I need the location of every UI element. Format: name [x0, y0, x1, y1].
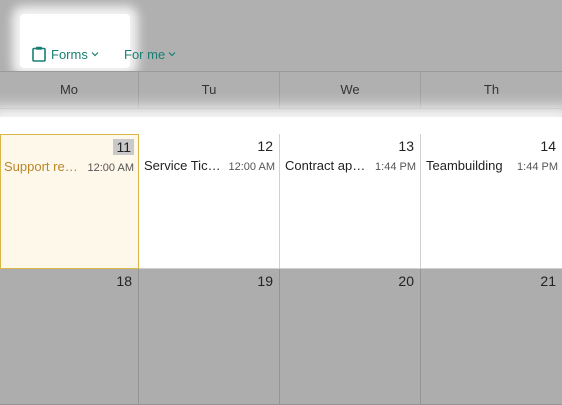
weekday-label: Tu	[201, 82, 217, 97]
day-cell[interactable]: 14 Teambuilding 1:44 PM	[421, 134, 562, 269]
column-divider	[279, 72, 280, 108]
date-number: 13	[398, 138, 414, 154]
for-me-dropdown-button[interactable]: For me	[124, 45, 176, 63]
event-title: Service Ticket	[144, 158, 223, 173]
calendar-event[interactable]: Service Ticket 12:00 AM	[144, 158, 275, 174]
day-cell[interactable]: 19	[139, 269, 280, 405]
column-divider	[138, 72, 139, 108]
date-number: 12	[257, 138, 273, 154]
date-number: 21	[540, 273, 556, 289]
event-time: 12:00 AM	[228, 161, 275, 173]
weekday-label: Th	[483, 82, 500, 97]
calendar-event[interactable]: Teambuilding 1:44 PM	[426, 158, 558, 174]
day-cell[interactable]: 11 Support requ... 12:00 AM	[0, 134, 139, 269]
event-time: 1:44 PM	[375, 161, 416, 173]
date-number: 14	[540, 138, 556, 154]
weekday-label: We	[340, 82, 360, 97]
chevron-down-icon	[168, 52, 176, 57]
forms-label: Forms	[51, 46, 88, 62]
chevron-down-icon	[91, 52, 99, 57]
calendar-event[interactable]: Support requ... 12:00 AM	[4, 159, 134, 175]
weekday-header: Mo Tu We Th	[0, 72, 562, 109]
day-cell[interactable]: 13 Contract appr... 1:44 PM	[280, 134, 421, 269]
event-time: 12:00 AM	[87, 162, 134, 174]
calendar-event[interactable]: Contract appr... 1:44 PM	[285, 158, 416, 174]
for-me-label: For me	[124, 46, 166, 62]
column-divider	[420, 72, 421, 108]
event-title: Teambuilding	[426, 158, 503, 173]
forms-dropdown-button[interactable]: Forms	[32, 45, 99, 63]
day-cell[interactable]: 12 Service Ticket 12:00 AM	[139, 134, 280, 269]
date-number: 19	[257, 273, 273, 289]
event-time: 1:44 PM	[517, 161, 558, 173]
clipboard-icon	[32, 46, 46, 62]
date-number: 11	[113, 139, 134, 155]
event-title: Contract appr...	[285, 158, 370, 173]
day-cell[interactable]: 21	[421, 269, 562, 405]
event-title: Support requ...	[4, 159, 82, 174]
day-cell[interactable]: 18	[0, 269, 139, 405]
date-number: 18	[116, 273, 132, 289]
date-number: 20	[398, 273, 414, 289]
weekday-label: Mo	[59, 82, 79, 97]
day-cell[interactable]: 20	[280, 269, 421, 405]
